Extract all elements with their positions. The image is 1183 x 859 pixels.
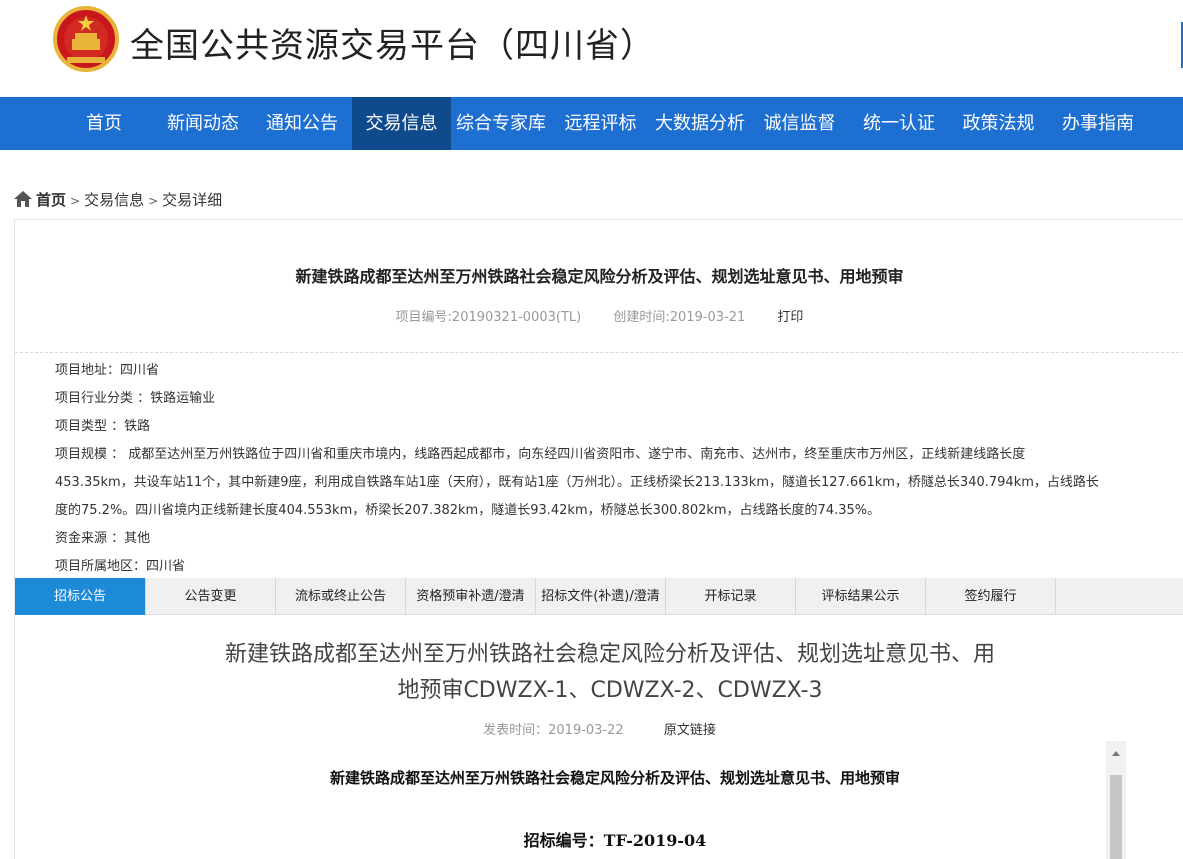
nav-item-trade-info[interactable]: 交易信息 [352,97,451,150]
nav-item-home[interactable]: 首页 [54,97,154,150]
site-title: 全国公共资源交易平台（四川省） [130,26,655,66]
breadcrumb-home[interactable]: 首页 [36,191,66,209]
scroll-up-icon[interactable] [1112,751,1120,756]
announcement-title-line-1: 新建铁路成都至达州至万州铁路社会稳定风险分析及评估、规划选址意见书、用 [224,642,995,667]
project-meta: 项目编号:20190321-0003(TL) 创建时间:2019-03-21 打… [15,306,1183,325]
tab-tender-notice[interactable]: 招标公告 [15,578,146,615]
nav-item-notices[interactable]: 通知公告 [252,97,352,150]
project-scale-line-3: 度的75.2%。四川省境内正线新建长度404.553km，桥梁长207.382k… [55,503,881,518]
publish-time: 发表时间：2019-03-22 [483,723,624,738]
tab-bid-opening-record[interactable]: 开标记录 [666,578,796,615]
document-heading: 新建铁路成都至达州至万州铁路社会稳定风险分析及评估、规划选址意见书、用地预审 [329,769,900,787]
nav-item-auth[interactable]: 统一认证 [849,97,949,150]
tab-contract-performance[interactable]: 签约履行 [926,578,1056,615]
breadcrumb-separator: > [148,194,159,208]
nav-item-remote-eval[interactable]: 远程评标 [551,97,650,150]
home-icon [14,191,32,207]
site-header: 全国公共资源交易平台（四川省） [0,0,1183,97]
breadcrumb-separator: > [70,194,81,208]
project-title: 新建铁路成都至达州至万州铁路社会稳定风险分析及评估、规划选址意见书、用地预审 [295,267,904,286]
source-link[interactable]: 原文链接 [664,723,716,738]
nav-item-policy[interactable]: 政策法规 [949,97,1048,150]
project-header: 新建铁路成都至达州至万州铁路社会稳定风险分析及评估、规划选址意见书、用地预审 项… [15,219,1183,353]
nav-item-expert-db[interactable]: 综合专家库 [451,97,551,150]
project-code: 项目编号:20190321-0003(TL) [395,310,582,325]
project-address: 项目地址：四川省 [55,363,160,378]
project-type: 项目类型 ：铁路 [55,419,151,434]
announcement-title: 新建铁路成都至达州至万州铁路社会稳定风险分析及评估、规划选址意见书、用 地预审C… [185,637,1035,709]
tab-failed-or-terminated[interactable]: 流标或终止公告 [276,578,406,615]
document-tender-number: 招标编号：TF-2019-04 [523,831,707,850]
announcement-tabs: 招标公告 公告变更 流标或终止公告 资格预审补遗/澄清 招标文件(补遗)/澄清 … [15,578,1183,615]
project-industry: 项目行业分类 ：铁路运输业 [55,391,216,406]
print-button[interactable]: 打印 [777,310,803,325]
announcement-meta: 发表时间：2019-03-22 原文链接 [15,719,1183,738]
project-scale-line-2: 453.35km，共设车站11个，其中新建9座，利用成自铁路车站1座（天府），既… [55,475,1099,490]
tab-tender-doc-clarification[interactable]: 招标文件(补遗)/澄清 [536,578,666,615]
national-emblem-icon [53,6,119,72]
breadcrumb-trade-info[interactable]: 交易信息 [84,191,144,209]
announcement-title-line-2: 地预审CDWZX-1、CDWZX-2、CDWZX-3 [397,678,823,703]
project-created-time: 创建时间:2019-03-21 [613,310,746,325]
tab-evaluation-result[interactable]: 评标结果公示 [796,578,926,615]
main-nav: 首页 新闻动态 通知公告 交易信息 综合专家库 远程评标 大数据分析 诚信监督 … [0,97,1183,150]
project-scale-line-1: 项目规模 ： 成都至达州至万州铁路位于四川省和重庆市境内，线路西起成都市，向东经… [55,447,1026,462]
project-region: 项目所属地区：四川省 [55,559,186,574]
breadcrumb-trade-detail: 交易详细 [162,191,223,209]
breadcrumb: 首页 > 交易信息 > 交易详细 [14,188,222,212]
scroll-thumb[interactable] [1110,775,1122,859]
document-frame: 新建铁路成都至达州至万州铁路社会稳定风险分析及评估、规划选址意见书、用地预审 招… [15,741,1111,859]
document-scrollbar[interactable] [1106,741,1126,859]
nav-item-big-data[interactable]: 大数据分析 [650,97,750,150]
project-funding: 资金来源 ：其他 [55,531,151,546]
nav-item-news[interactable]: 新闻动态 [153,97,253,150]
detail-panel: 新建铁路成都至达州至万州铁路社会稳定风险分析及评估、规划选址意见书、用地预审 项… [14,219,1183,859]
tab-prequal-clarification[interactable]: 资格预审补遗/澄清 [406,578,536,615]
nav-item-guide[interactable]: 办事指南 [1048,97,1148,150]
project-info: 项目地址：四川省 项目行业分类 ：铁路运输业 项目类型 ：铁路 项目规模 ： 成… [55,357,1175,581]
tab-notice-change[interactable]: 公告变更 [146,578,276,615]
nav-item-credit[interactable]: 诚信监督 [750,97,849,150]
